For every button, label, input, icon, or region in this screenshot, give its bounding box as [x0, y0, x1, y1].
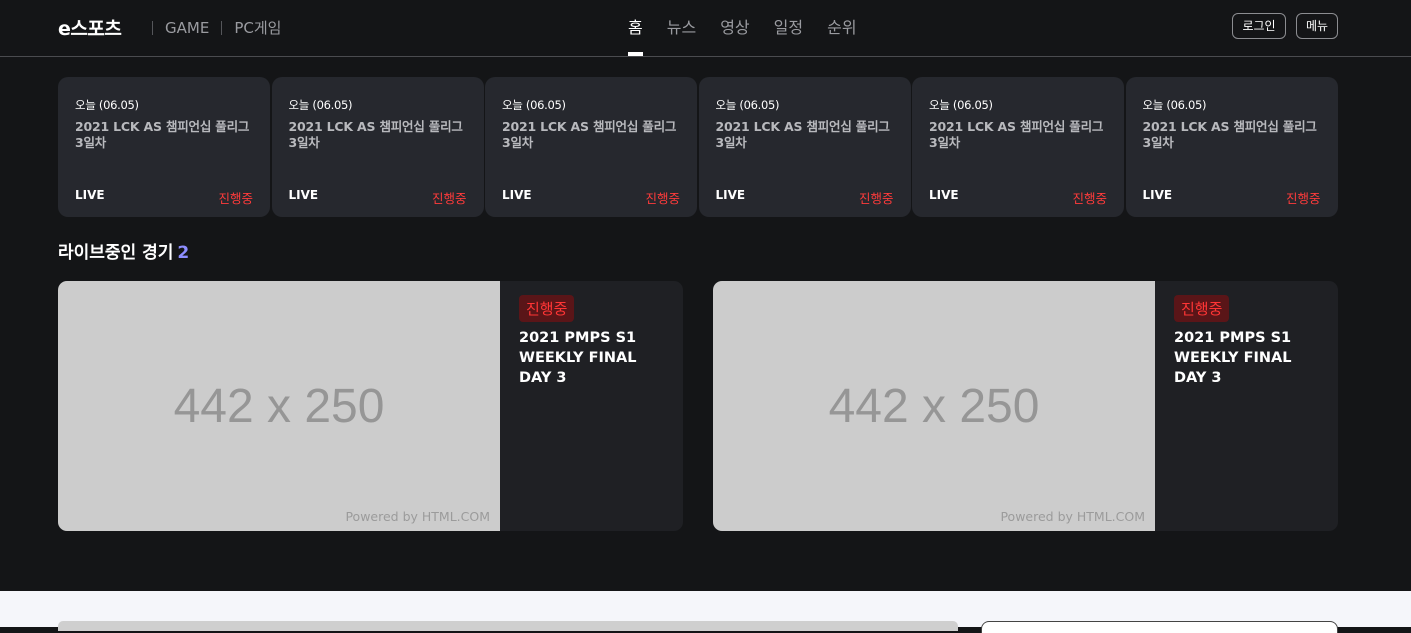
schedule-date: 오늘 (06.05) [929, 98, 993, 112]
status-badge: 진행중 [1072, 191, 1107, 206]
schedule-card[interactable]: 오늘 (06.05) 2021 LCK AS 챔피언십 풀리그 3일차 LIVE… [485, 77, 697, 217]
status-badge: 진행중 [431, 191, 467, 206]
live-section-label: 라이브중인 경기 [58, 243, 174, 263]
live-match-card[interactable]: 442 x 250 Powered by HTML.COM 진행중 2021 P… [58, 281, 683, 531]
tab-home[interactable]: 홈 [628, 14, 643, 56]
schedule-title: 2021 LCK AS 챔피언십 풀리그 3일차 [929, 119, 1104, 150]
category-divider [152, 20, 153, 35]
main-nav: 홈 뉴스 영상 일정 순위 [628, 14, 881, 56]
schedule-card[interactable]: 오늘 (06.05) 2021 LCK AS 챔피언십 풀리그 3일차 LIVE… [698, 77, 911, 217]
match-thumbnail[interactable]: 442 x 250 Powered by HTML.COM [58, 281, 500, 531]
menu-button[interactable]: 메뉴 [1296, 13, 1338, 39]
live-label: LIVE [1142, 188, 1173, 202]
schedule-card[interactable]: 오늘 (06.05) 2021 LCK AS 챔피언십 풀리그 3일차 LIVE… [271, 77, 484, 217]
thumbnail-credit: Powered by HTML.COM [345, 509, 490, 524]
status-badge: 진행중 [1174, 295, 1230, 322]
status-badge: 진행중 [519, 295, 575, 322]
schedule-title: 2021 LCK AS 챔피언십 풀리그 3일차 [1142, 119, 1317, 150]
live-count: 2 [177, 243, 190, 263]
schedule-card[interactable]: 오늘 (06.05) 2021 LCK AS 챔피언십 풀리그 3일차 LIVE… [912, 77, 1124, 217]
lower-content-area [0, 591, 1411, 633]
category-divider [221, 20, 223, 35]
schedule-card[interactable]: 오늘 (06.05) 2021 LCK AS 챔피언십 풀리그 3일차 LIVE… [1125, 77, 1338, 217]
status-badge: 진행중 [1285, 191, 1321, 206]
login-button[interactable]: 로그인 [1232, 13, 1286, 39]
schedule-date: 오늘 (06.05) [715, 98, 780, 112]
schedule-strip: 오늘 (06.05) 2021 LCK AS 챔피언십 풀리그 3일차 LIVE… [58, 77, 1339, 217]
schedule-title: 2021 LCK AS 챔피언십 풀리그 3일차 [502, 119, 677, 150]
tab-schedule[interactable]: 일정 [774, 14, 803, 56]
live-label: LIVE [75, 188, 105, 202]
status-badge: 진행중 [858, 191, 894, 206]
live-label: LIVE [715, 188, 746, 202]
schedule-title: 2021 LCK AS 챔피언십 풀리그 3일차 [715, 119, 890, 150]
schedule-date: 오늘 (06.05) [1142, 98, 1207, 112]
category-link-game[interactable]: GAME [165, 19, 209, 37]
content-banner [58, 621, 958, 631]
schedule-card[interactable]: 오늘 (06.05) 2021 LCK AS 챔피언십 풀리그 3일차 LIVE… [58, 77, 270, 217]
site-logo[interactable]: e스포츠 [58, 14, 122, 41]
category-link-pc-game[interactable]: PC게임 [234, 17, 281, 38]
status-badge: 진행중 [645, 191, 680, 206]
tab-video[interactable]: 영상 [720, 14, 749, 56]
match-title[interactable]: 2021 PMPS S1 WEEKLY FINAL DAY 3 [1174, 328, 1324, 388]
top-header: e스포츠 GAME PC게임 홈 뉴스 영상 일정 순위 로그인 메뉴 [0, 0, 1411, 57]
thumbnail-placeholder-text: 442 x 250 [173, 380, 385, 433]
thumbnail-credit: Powered by HTML.COM [1000, 509, 1145, 524]
live-section-title: 라이브중인 경기 2 [58, 238, 189, 263]
live-label: LIVE [288, 188, 319, 202]
status-badge: 진행중 [218, 191, 253, 206]
thumbnail-placeholder-text: 442 x 250 [828, 380, 1040, 433]
live-label: LIVE [502, 188, 532, 202]
schedule-date: 오늘 (06.05) [288, 98, 353, 112]
tab-ranking[interactable]: 순위 [827, 14, 856, 56]
schedule-date: 오늘 (06.05) [75, 98, 139, 112]
match-thumbnail[interactable]: 442 x 250 Powered by HTML.COM [713, 281, 1155, 531]
schedule-date: 오늘 (06.05) [502, 98, 566, 112]
live-match-card[interactable]: 442 x 250 Powered by HTML.COM 진행중 2021 P… [713, 281, 1338, 531]
side-panel [981, 621, 1338, 633]
match-title[interactable]: 2021 PMPS S1 WEEKLY FINAL DAY 3 [519, 328, 669, 388]
tab-news[interactable]: 뉴스 [667, 14, 696, 56]
schedule-title: 2021 LCK AS 챔피언십 풀리그 3일차 [75, 119, 250, 150]
schedule-title: 2021 LCK AS 챔피언십 풀리그 3일차 [288, 119, 463, 150]
category-nav: GAME PC게임 [140, 17, 281, 38]
live-label: LIVE [929, 188, 959, 202]
